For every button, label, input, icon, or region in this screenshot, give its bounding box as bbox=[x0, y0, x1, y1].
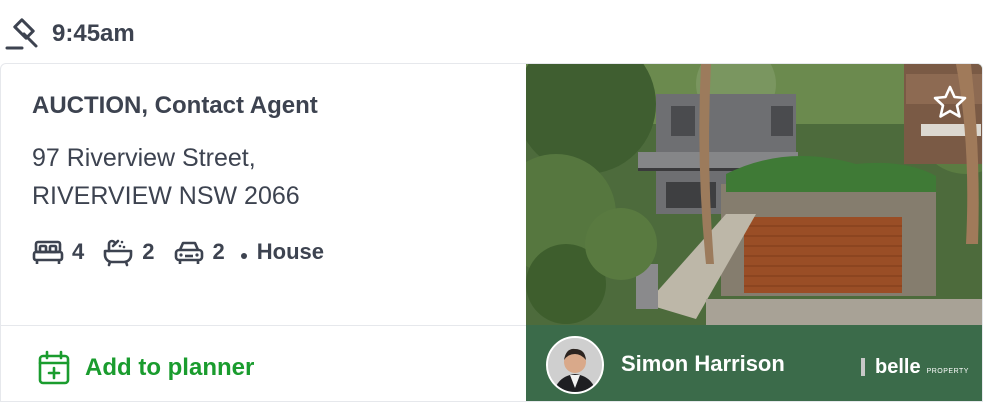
agent-banner[interactable]: Simon Harrison belle PROPERTY bbox=[526, 325, 982, 401]
agency-logo-name: belle bbox=[875, 356, 921, 378]
gavel-icon bbox=[5, 18, 38, 50]
agency-logo-suffix: PROPERTY bbox=[926, 368, 969, 375]
car-icon bbox=[174, 241, 203, 264]
listing-card[interactable]: AUCTION, Contact Agent 97 Riverview Stre… bbox=[0, 63, 983, 402]
address-line-2: RIVERVIEW NSW 2066 bbox=[32, 182, 300, 210]
parking-feature: 2 bbox=[173, 237, 225, 267]
agent-name: Simon Harrison bbox=[621, 351, 785, 376]
agency-logo: belle PROPERTY bbox=[861, 356, 969, 378]
bed-icon bbox=[32, 240, 64, 264]
card-divider bbox=[1, 325, 526, 326]
calendar-plus-icon bbox=[38, 350, 70, 385]
auction-time: 9:45am bbox=[52, 20, 135, 47]
agent-avatar bbox=[546, 336, 604, 394]
auction-time-row: 9:45am bbox=[0, 0, 984, 64]
address-line-1: 97 Riverview Street, bbox=[32, 144, 256, 172]
agency-logo-bar bbox=[861, 358, 865, 376]
bathrooms-count: 2 bbox=[142, 239, 155, 264]
add-to-planner-label: Add to planner bbox=[85, 354, 255, 381]
listing-headline: AUCTION, Contact Agent bbox=[32, 92, 318, 119]
bathrooms-feature: 2 bbox=[102, 237, 155, 267]
separator-dot bbox=[240, 253, 247, 259]
listing-details[interactable]: AUCTION, Contact Agent 97 Riverview Stre… bbox=[1, 64, 526, 325]
parking-count: 2 bbox=[212, 239, 225, 264]
favourite-star-icon[interactable] bbox=[932, 84, 968, 120]
add-to-planner-button[interactable]: Add to planner bbox=[37, 350, 254, 386]
house-photo-image bbox=[526, 64, 982, 325]
bedrooms-count: 4 bbox=[72, 239, 85, 264]
agent-photo-image bbox=[548, 338, 602, 392]
bedrooms-feature: 4 bbox=[32, 237, 84, 267]
bath-icon bbox=[103, 239, 133, 267]
property-photo[interactable] bbox=[526, 64, 982, 325]
property-type: House bbox=[256, 239, 324, 264]
property-features: 4 2 2 House bbox=[32, 236, 324, 268]
